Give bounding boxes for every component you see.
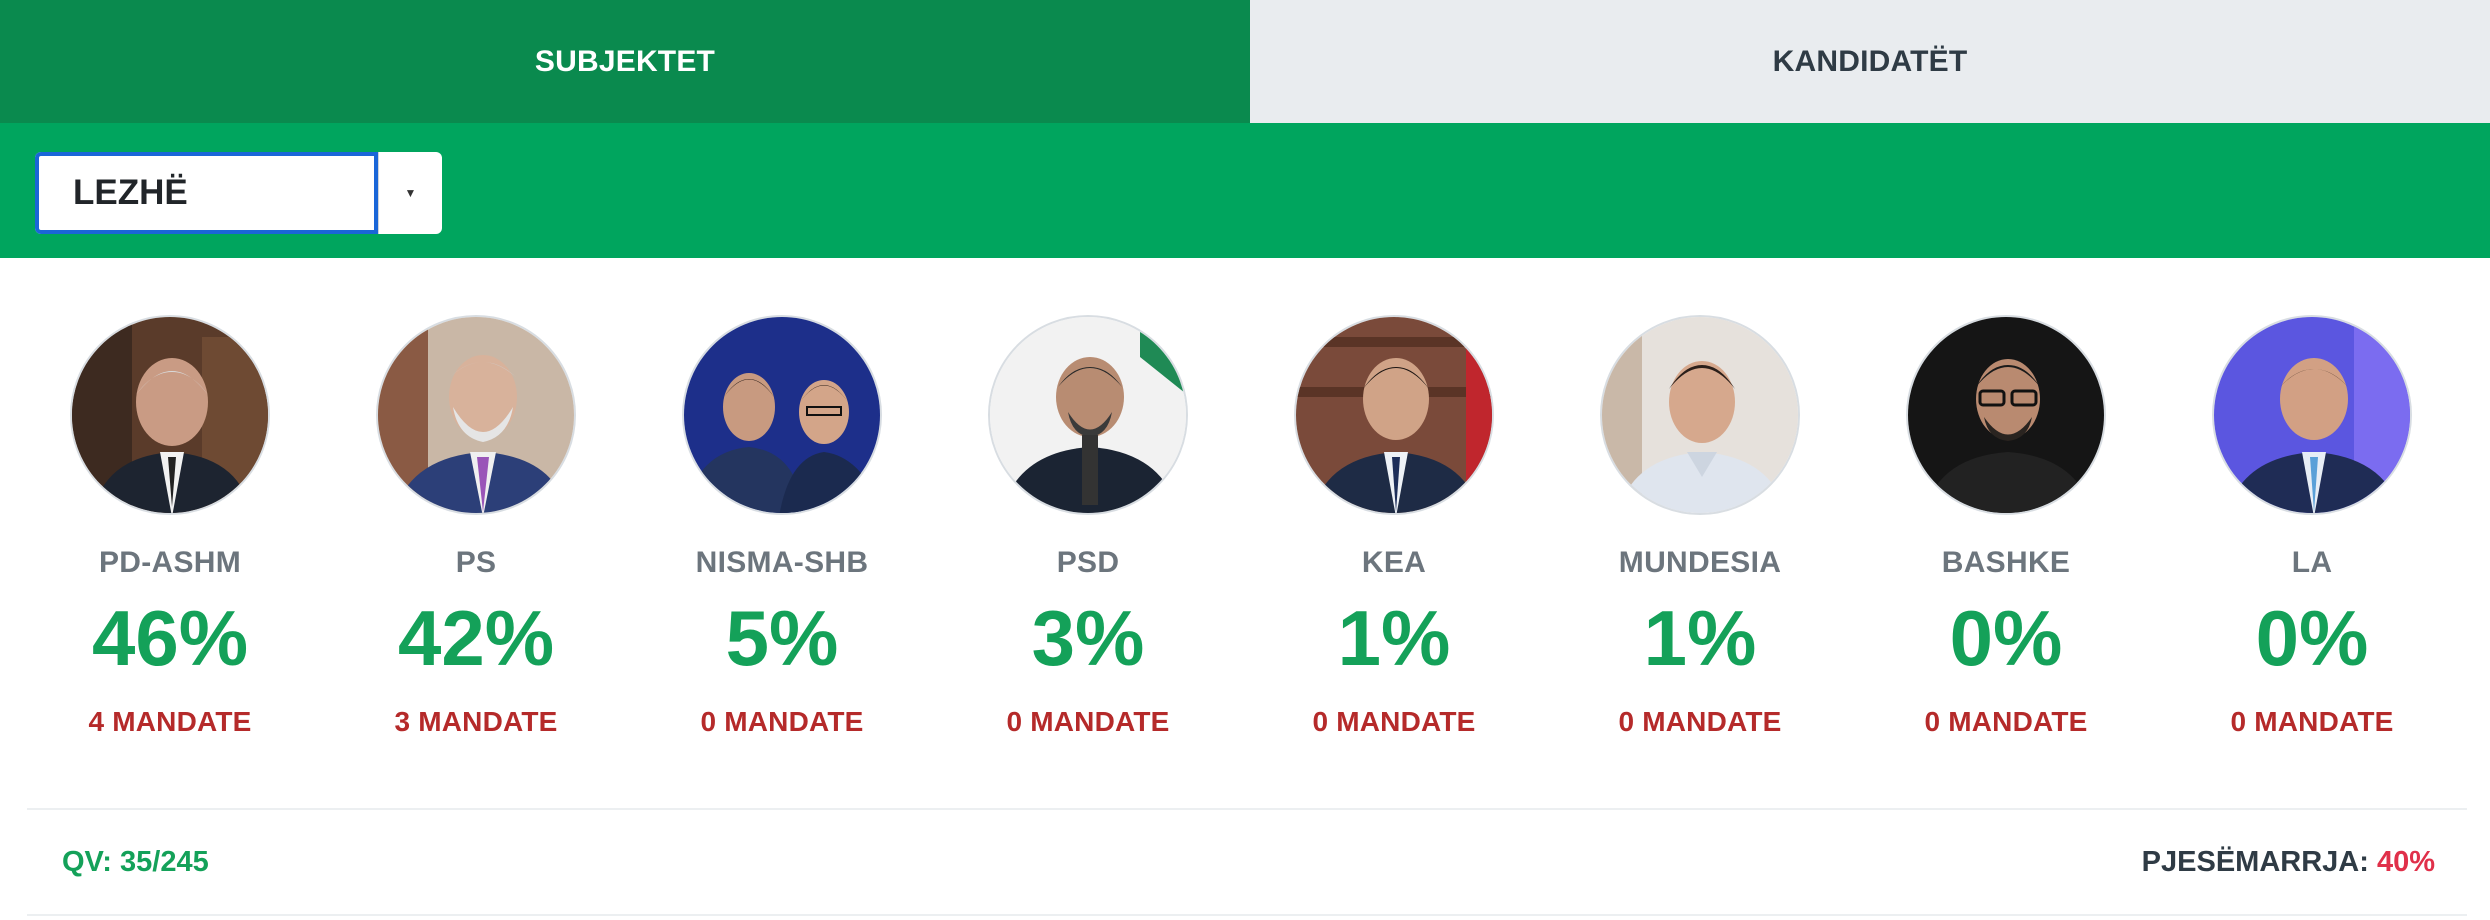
- party-seats: 0 MANDATE: [1312, 706, 1476, 737]
- party-seats: 0 MANDATE: [700, 706, 864, 737]
- party-card-mundesia: MUNDESIA 1% 0 MANDATE: [1547, 310, 1853, 750]
- party-card-psd: PSD 3% 0 MANDATE: [935, 310, 1241, 750]
- party-leader-photo: [2212, 315, 2412, 515]
- party-leader-photo: [70, 315, 270, 515]
- party-card-ps: PS 42% 3 MANDATE: [323, 310, 629, 750]
- results-tabs: SUBJEKTET KANDIDATËT: [0, 0, 2490, 123]
- party-card-nisma-shb: NISMA-SHB 5% 0 MANDATE: [629, 310, 935, 750]
- party-name: LA: [2291, 546, 2333, 579]
- party-name: BASHKE: [1941, 546, 2071, 579]
- party-name: PD-ASHM: [98, 546, 242, 579]
- party-percent: 5%: [725, 594, 839, 682]
- party-percent: 3%: [1031, 594, 1145, 682]
- party-seats: 0 MANDATE: [1006, 706, 1170, 737]
- party-seats: 4 MANDATE: [88, 706, 252, 737]
- party-percent: 1%: [1337, 594, 1451, 682]
- party-leader-photo: [1294, 315, 1494, 515]
- party-leader-photo: [988, 315, 1188, 515]
- divider: [27, 914, 2467, 916]
- region-select[interactable]: LEZHË ▼: [35, 152, 442, 234]
- caret-down-icon[interactable]: ▼: [378, 152, 442, 234]
- party-card-pd-ashm: PD-ASHM 46% 4 MANDATE: [17, 310, 323, 750]
- party-card-kea: KEA 1% 0 MANDATE: [1241, 310, 1547, 750]
- party-name: NISMA-SHB: [695, 546, 869, 579]
- tab-subjektet[interactable]: SUBJEKTET: [0, 0, 1250, 123]
- party-results: PD-ASHM 46% 4 MANDATE PS 42% 3 MANDATE N…: [0, 310, 2490, 750]
- party-name: KEA: [1361, 546, 1427, 579]
- filter-bar: LEZHË ▼: [0, 123, 2490, 258]
- party-leader-photo: [376, 315, 576, 515]
- party-percent: 46%: [91, 594, 249, 682]
- party-card-bashke: BASHKE 0% 0 MANDATE: [1853, 310, 2159, 750]
- party-name: PSD: [1056, 546, 1120, 579]
- polling-stations-count: QV: 35/245: [62, 846, 209, 878]
- turnout-label: PJESËMARRJA:: [2141, 846, 2369, 878]
- tab-kandidatet[interactable]: KANDIDATËT: [1250, 0, 2490, 123]
- party-card-la: LA 0% 0 MANDATE: [2159, 310, 2465, 750]
- party-leader-photo: [682, 315, 882, 515]
- party-leader-photo: [1906, 315, 2106, 515]
- party-seats: 0 MANDATE: [1618, 706, 1782, 737]
- party-percent: 1%: [1643, 594, 1757, 682]
- party-percent: 0%: [2255, 594, 2369, 682]
- region-select-value[interactable]: LEZHË: [35, 152, 378, 234]
- party-percent: 42%: [397, 594, 555, 682]
- party-percent: 0%: [1949, 594, 2063, 682]
- party-seats: 0 MANDATE: [1924, 706, 2088, 737]
- party-seats: 3 MANDATE: [394, 706, 558, 737]
- party-seats: 0 MANDATE: [2230, 706, 2394, 737]
- turnout-value: 40%: [2376, 846, 2435, 878]
- party-name: MUNDESIA: [1618, 546, 1782, 579]
- party-name: PS: [455, 546, 497, 579]
- turnout: PJESËMARRJA: 40%: [2142, 846, 2435, 879]
- party-leader-photo: [1600, 315, 1800, 515]
- divider: [27, 808, 2467, 810]
